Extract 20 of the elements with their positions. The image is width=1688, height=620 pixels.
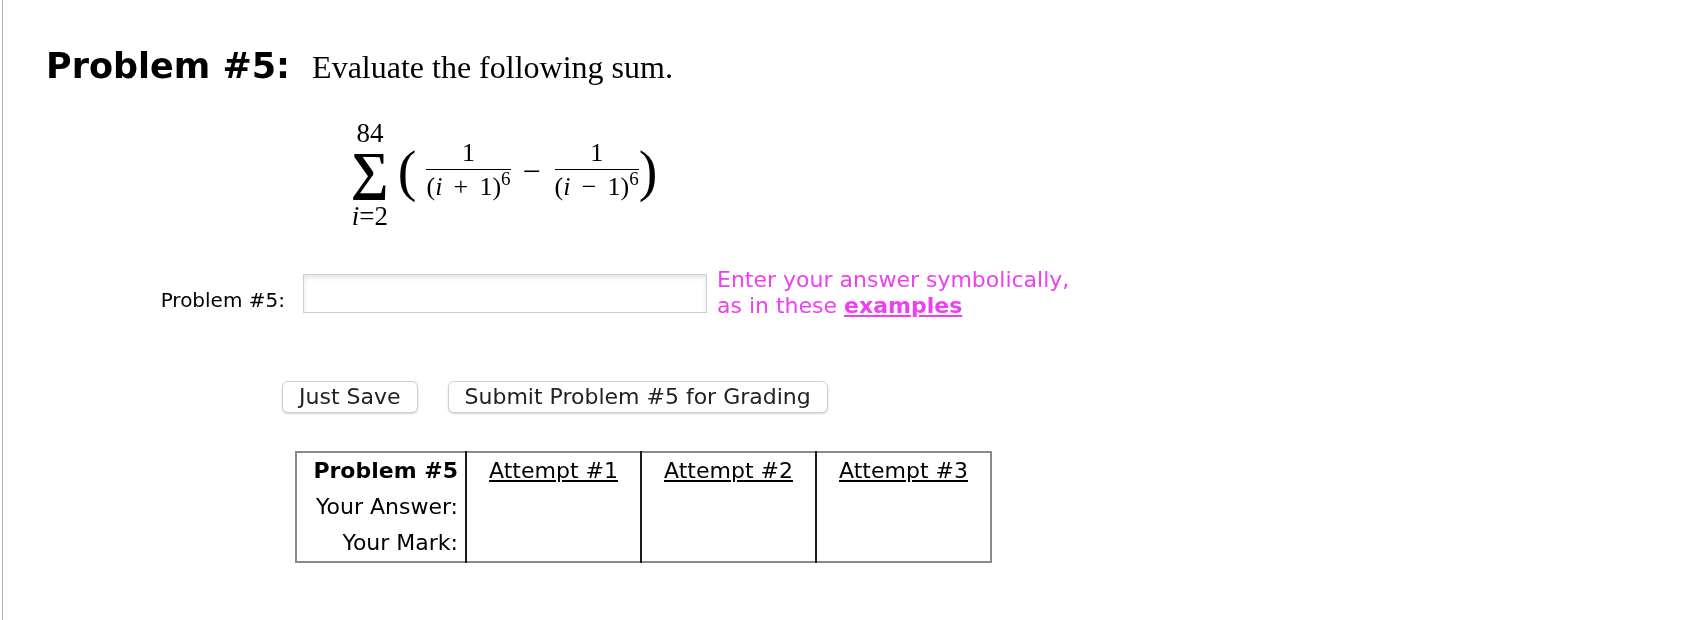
attempt-link[interactable]: Attempt #3 (839, 458, 968, 483)
fraction-denominator: (i + 1)$^{6}$ (426, 173, 511, 201)
save-button[interactable]: Just Save (282, 381, 418, 413)
sum-lower-limit: i=2 (351, 203, 388, 230)
attempt-link[interactable]: Attempt #1 (489, 458, 618, 483)
fraction-numerator: 1 (462, 140, 475, 166)
table-heading: Problem #5 (313, 458, 458, 483)
answer-field[interactable] (303, 273, 707, 313)
problem-title: Problem #5: (46, 46, 291, 86)
sum-upper-limit: 84 (356, 120, 384, 147)
minus-sign: − (522, 153, 541, 190)
attempt-link[interactable]: Attempt #2 (664, 458, 793, 483)
answer-label: Problem #5: (159, 287, 285, 312)
fraction-denominator: (i − 1)$^{6}$ (554, 173, 639, 201)
answer-hint: Enter your answer symbolically, as in these examples (717, 267, 1070, 319)
submit-button[interactable]: Submit Problem #5 for Grading (447, 381, 828, 413)
fraction-numerator: 1 (590, 140, 604, 166)
row-label: Your Answer: (316, 494, 458, 519)
problem-statement: Evaluate the following sum. (312, 48, 673, 87)
row-label: Your Mark: (342, 530, 458, 555)
